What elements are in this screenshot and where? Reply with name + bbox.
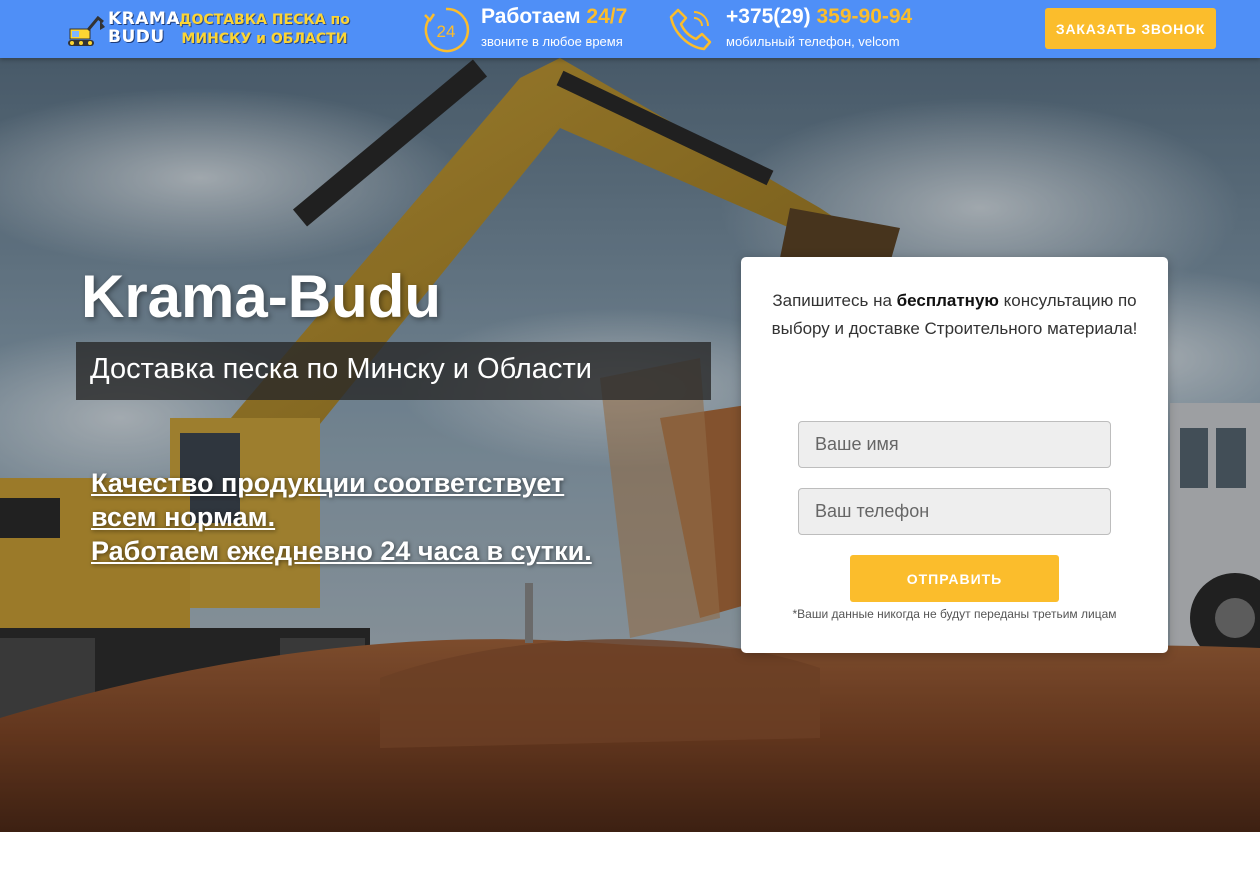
site-header: KRAMA BUDU - ДОСТАВКА ПЕСКА по МИНСКУ и … bbox=[0, 0, 1260, 58]
form-text-bold: бесплатную bbox=[896, 291, 999, 310]
hours-title-accent: 24/7 bbox=[586, 5, 628, 28]
hours-title: Работаем 24/7 bbox=[481, 5, 627, 29]
hero-feature-line: Качество продукции соответствует bbox=[91, 468, 565, 498]
hours-subtitle: звоните в любое время bbox=[481, 34, 623, 49]
order-call-button[interactable]: ЗАКАЗАТЬ ЗВОНОК bbox=[1045, 8, 1216, 49]
phone-input[interactable] bbox=[798, 488, 1111, 535]
hero-subtitle-box: Доставка песка по Минску и Области bbox=[76, 342, 711, 400]
consultation-form: Запишитесь на бесплатную консультацию по… bbox=[741, 257, 1168, 653]
form-text-before: Запишитесь на bbox=[772, 291, 897, 310]
excavator-logo-icon bbox=[68, 15, 105, 46]
hero-features: Качество продукции соответствует всем но… bbox=[91, 466, 691, 568]
phone-number-digits: 359-90-94 bbox=[816, 5, 913, 28]
logo-slogan-line2: МИНСКУ и ОБЛАСТИ bbox=[181, 31, 348, 47]
phone-subtitle: мобильный телефон, velcom bbox=[726, 34, 900, 49]
logo-brand-line1: KRAMA bbox=[108, 9, 180, 29]
logo-slogan: ДОСТАВКА ПЕСКА по МИНСКУ и ОБЛАСТИ bbox=[179, 11, 350, 49]
working-hours: 24 Работаем 24/7 звоните в любое время bbox=[422, 4, 642, 54]
hero-feature-line: всем нормам. bbox=[91, 502, 276, 532]
clock-24-text: 24 bbox=[437, 22, 456, 41]
hero-title: Krama-Budu bbox=[81, 263, 442, 330]
phone-block: +375(29) 359-90-94 мобильный телефон, ve… bbox=[668, 4, 928, 54]
hero-section: Krama-Budu Доставка песка по Минску и Об… bbox=[0, 58, 1260, 832]
hours-title-main: Работаем bbox=[481, 5, 587, 28]
privacy-note: *Ваши данные никогда не будут переданы т… bbox=[792, 607, 1117, 621]
hero-subtitle: Доставка песка по Минску и Области bbox=[90, 353, 592, 385]
phone-icon bbox=[669, 8, 712, 51]
submit-button[interactable]: ОТПРАВИТЬ bbox=[850, 555, 1059, 602]
hero-feature-line: Работаем ежедневно 24 часа в сутки. bbox=[91, 536, 592, 566]
phone-number-code: +375(29) bbox=[726, 5, 817, 28]
logo[interactable]: KRAMA BUDU - ДОСТАВКА ПЕСКА по МИНСКУ и … bbox=[66, 10, 366, 50]
logo-separator: - bbox=[173, 10, 179, 27]
form-intro-text: Запишитесь на бесплатную консультацию по… bbox=[761, 287, 1148, 343]
logo-brand: KRAMA BUDU bbox=[108, 10, 180, 46]
phone-number[interactable]: +375(29) 359-90-94 bbox=[726, 5, 912, 29]
logo-slogan-line1: ДОСТАВКА ПЕСКА по bbox=[179, 12, 350, 28]
logo-brand-line2: BUDU bbox=[108, 27, 165, 47]
name-input[interactable] bbox=[798, 421, 1111, 468]
clock-24-icon: 24 bbox=[424, 7, 470, 53]
